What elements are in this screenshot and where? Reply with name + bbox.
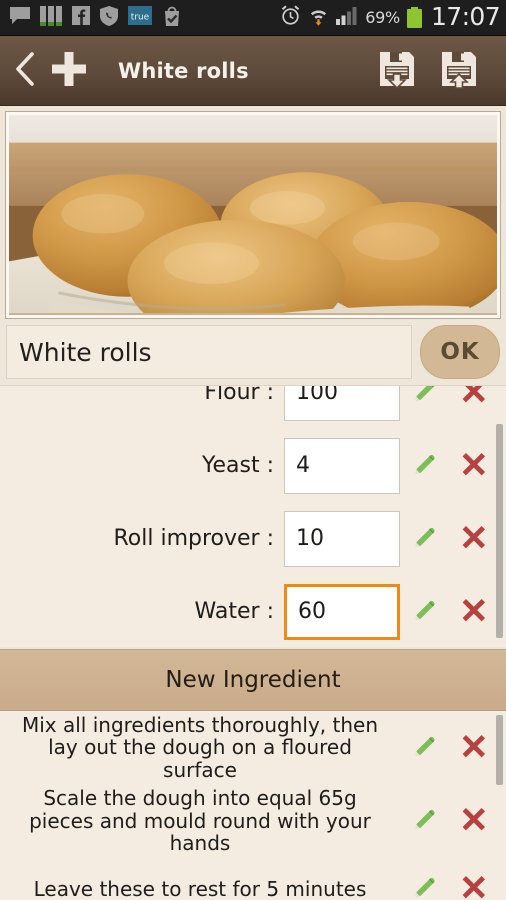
pencil-edit-icon <box>411 450 439 482</box>
edit-instruction-button[interactable] <box>400 873 450 900</box>
ingredient-row[interactable]: Flour : 100 <box>0 385 506 429</box>
ingredient-row-actions <box>400 386 500 410</box>
edit-ingredient-button[interactable] <box>400 523 450 555</box>
edit-ingredient-button[interactable] <box>400 596 450 628</box>
back-button[interactable] <box>8 45 42 97</box>
save-recipe-button[interactable] <box>366 44 428 98</box>
instruction-row-actions <box>400 804 500 838</box>
ingredient-row[interactable]: Water : 60 <box>0 575 506 647</box>
ingredients-scroll-area[interactable]: Flour : 100 Yeast : 4 Roll improver : 10 Water… <box>0 385 506 647</box>
recipe-name-input[interactable]: White rolls <box>6 325 412 379</box>
delete-instruction-button[interactable] <box>450 731 500 765</box>
delete-instruction-button[interactable] <box>450 804 500 838</box>
red-x-delete-icon <box>460 386 490 410</box>
page-title: White rolls <box>118 58 249 83</box>
load-recipe-button[interactable] <box>428 44 490 98</box>
delete-ingredient-button[interactable] <box>450 595 500 629</box>
status-notification-icons: true <box>10 5 182 30</box>
edit-instruction-button[interactable] <box>400 732 450 764</box>
ingredient-row[interactable]: Yeast : 4 <box>0 429 506 502</box>
instructions-scroll-area[interactable]: Mix all ingredients thoroughly, then lay… <box>0 711 506 900</box>
pencil-edit-icon <box>411 596 439 628</box>
instruction-row[interactable]: Leave these to rest for 5 minutes <box>0 857 506 900</box>
red-x-delete-icon <box>460 804 490 838</box>
plus-icon <box>49 49 89 93</box>
ingredients-scrollbar[interactable] <box>496 424 503 638</box>
red-x-delete-icon <box>460 449 490 483</box>
edit-ingredient-button[interactable] <box>400 450 450 482</box>
true-icon: true <box>128 6 152 29</box>
floppy-disk-save-icon <box>377 49 417 93</box>
edit-ingredient-button[interactable] <box>400 386 450 409</box>
status-bar: true 69% 17:07 <box>0 0 506 36</box>
ingredient-row-actions <box>400 595 500 629</box>
facebook-icon <box>72 6 90 29</box>
ingredient-amount-input[interactable]: 100 <box>284 386 400 421</box>
pencil-edit-icon <box>411 386 439 409</box>
status-system-icons: 69% 17:07 <box>280 2 501 31</box>
shield-call-icon <box>100 5 118 30</box>
instruction-row-actions <box>400 731 500 765</box>
shopping-bag-check-icon <box>162 6 182 30</box>
ingredient-label: Water : <box>194 599 274 624</box>
delete-ingredient-button[interactable] <box>450 386 500 410</box>
ingredients-list: Flour : 100 Yeast : 4 Roll improver : 10 Water… <box>0 385 506 647</box>
ingredient-amount-input[interactable]: 10 <box>284 510 400 567</box>
pencil-edit-icon <box>411 805 439 837</box>
ingredient-label: Yeast : <box>201 453 274 478</box>
recipe-name-row: White rolls OK <box>6 325 500 379</box>
sms-icon <box>10 7 30 28</box>
ingredient-row[interactable]: Roll improver : 10 <box>0 502 506 575</box>
instruction-text: Scale the dough into equal 65g pieces an… <box>29 786 371 855</box>
instruction-row[interactable]: Mix all ingredients thoroughly, then lay… <box>0 711 506 784</box>
delete-ingredient-button[interactable] <box>450 449 500 483</box>
ingredient-label: Roll improver : <box>113 526 274 551</box>
app-header-bar: White rolls <box>0 36 506 106</box>
alarm-clock-icon <box>280 5 301 30</box>
pencil-edit-icon <box>411 873 439 900</box>
wifi-download-icon <box>308 5 329 30</box>
battery-percent-label: 69% <box>365 8 400 27</box>
ingredient-amount-input[interactable]: 60 <box>284 583 400 640</box>
ingredient-label: Flour : <box>204 385 274 405</box>
pencil-edit-icon <box>411 523 439 555</box>
instruction-row-actions <box>400 872 500 900</box>
pencil-edit-icon <box>411 732 439 764</box>
floppy-disk-load-icon <box>439 49 479 93</box>
instruction-text: Leave these to rest for 5 minutes <box>33 876 367 900</box>
ingredient-amount-input[interactable]: 4 <box>284 437 400 494</box>
delete-ingredient-button[interactable] <box>450 522 500 556</box>
instructions-list: Mix all ingredients thoroughly, then lay… <box>0 711 506 900</box>
red-x-delete-icon <box>460 522 490 556</box>
red-x-delete-icon <box>460 731 490 765</box>
instruction-text: Mix all ingredients thoroughly, then lay… <box>21 713 379 782</box>
instruction-row[interactable]: Scale the dough into equal 65g pieces an… <box>0 784 506 857</box>
battery-full-icon <box>406 7 422 28</box>
instructions-scrollbar[interactable] <box>496 715 503 785</box>
red-x-delete-icon <box>460 872 490 900</box>
app-root: true 69% 17:07 White rolls White rolls O… <box>0 0 506 900</box>
ingredient-row-actions <box>400 522 500 556</box>
delete-instruction-button[interactable] <box>450 872 500 900</box>
svg-text:true: true <box>131 13 150 23</box>
chevron-left-icon <box>14 51 36 90</box>
ingredient-row-actions <box>400 449 500 483</box>
add-button[interactable] <box>42 45 96 97</box>
new-ingredient-button[interactable]: New Ingredient <box>0 649 506 711</box>
signal-bars-icon <box>40 5 62 30</box>
ok-button[interactable]: OK <box>420 325 500 379</box>
recipe-photo <box>9 115 497 313</box>
edit-instruction-button[interactable] <box>400 805 450 837</box>
recipe-photo-frame[interactable] <box>5 111 501 319</box>
status-clock: 17:07 <box>430 2 501 31</box>
cell-signal-icon <box>336 6 358 29</box>
red-x-delete-icon <box>460 595 490 629</box>
